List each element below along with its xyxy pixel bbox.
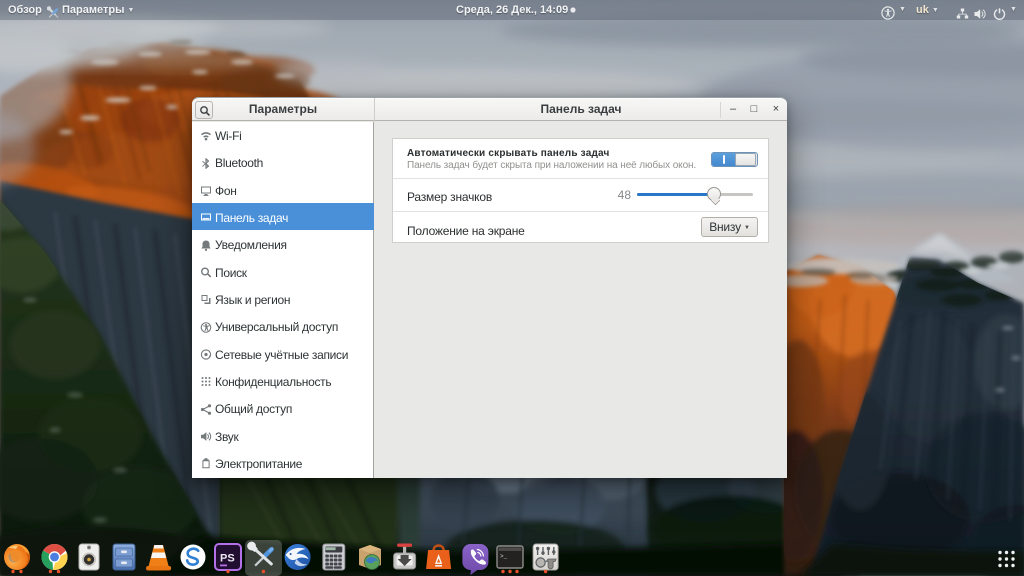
svg-text:>_: >_ bbox=[500, 553, 508, 560]
svg-text:PS: PS bbox=[220, 553, 235, 565]
